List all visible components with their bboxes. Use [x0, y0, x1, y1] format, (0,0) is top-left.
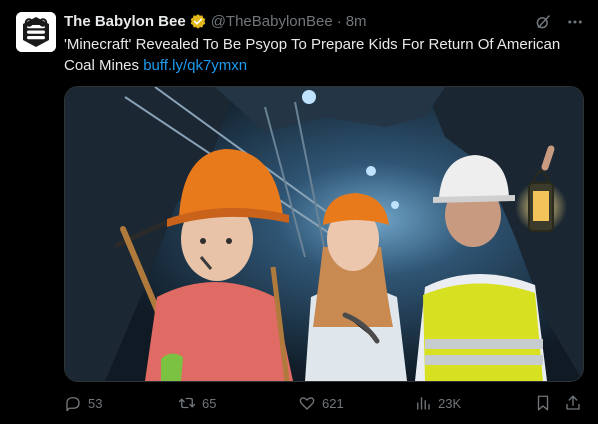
author-name[interactable]: The Babylon Bee [64, 12, 186, 32]
views-button[interactable]: 23K [414, 392, 461, 414]
heart-icon [298, 394, 316, 412]
repost-button[interactable]: 65 [178, 392, 216, 414]
post-time[interactable]: 8m [346, 12, 367, 32]
tweet[interactable]: The Babylon Bee @TheBabylonBee · 8m 'Min… [0, 0, 598, 424]
coal-mine-children-photo [65, 87, 583, 381]
like-count: 621 [322, 395, 344, 411]
reply-button[interactable]: 53 [64, 392, 102, 414]
share-icon [564, 394, 582, 412]
post-image[interactable] [64, 86, 584, 382]
share-button[interactable] [564, 392, 582, 414]
bookmark-icon [534, 394, 552, 412]
avatar[interactable] [16, 12, 56, 52]
gold-verified-badge-icon[interactable] [189, 13, 207, 31]
more-dots-icon[interactable] [566, 13, 584, 31]
bookmark-button[interactable] [534, 392, 552, 414]
views-count: 23K [438, 395, 462, 411]
post-link[interactable]: buff.ly/qk7ymxn [143, 57, 247, 74]
post-text: 'Minecraft' Revealed To Be Psyop To Prep… [64, 36, 561, 74]
header-actions [534, 12, 584, 32]
reply-icon [64, 394, 82, 412]
bee-logo-icon [16, 12, 56, 52]
post-text-block: 'Minecraft' Revealed To Be Psyop To Prep… [64, 34, 584, 76]
grok-icon[interactable] [534, 13, 552, 31]
tweet-header: The Babylon Bee @TheBabylonBee · 8m [64, 12, 367, 32]
like-button[interactable]: 621 [298, 392, 344, 414]
repost-count: 65 [202, 395, 217, 411]
engagement-bar: 53 65 621 23K [64, 392, 584, 414]
repost-icon [178, 394, 196, 412]
author-handle[interactable]: @TheBabylonBee [211, 12, 333, 32]
separator-dot: · [336, 13, 342, 30]
views-chart-icon [414, 394, 432, 412]
reply-count: 53 [88, 395, 103, 411]
